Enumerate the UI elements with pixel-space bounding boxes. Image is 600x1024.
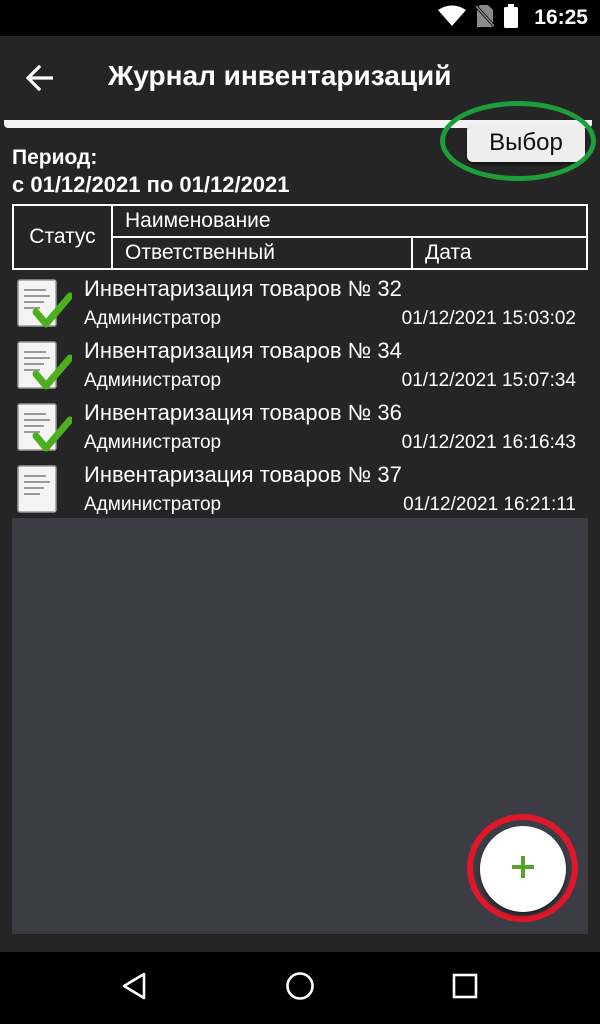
status-icons: 16:25 bbox=[438, 3, 588, 33]
item-date: 01/12/2021 16:21:11 bbox=[403, 494, 576, 515]
header-date: Дата bbox=[411, 236, 588, 270]
clock: 16:25 bbox=[534, 6, 588, 29]
item-date: 01/12/2021 15:03:02 bbox=[401, 308, 576, 329]
document-checked-icon bbox=[16, 278, 74, 330]
select-button[interactable]: Выбор bbox=[467, 124, 585, 162]
list-item[interactable]: Инвентаризация товаров № 34 Администрато… bbox=[12, 336, 588, 398]
item-responsible: Администратор bbox=[84, 494, 222, 515]
item-date: 01/12/2021 16:16:43 bbox=[401, 432, 576, 453]
nav-home-icon bbox=[285, 971, 315, 1006]
list-item[interactable]: Инвентаризация товаров № 37 Администрато… bbox=[12, 460, 588, 522]
document-icon bbox=[16, 464, 72, 516]
header-responsible: Ответственный bbox=[111, 236, 413, 270]
app-bar: Журнал инвентаризаций bbox=[0, 36, 600, 120]
list-item[interactable]: Инвентаризация товаров № 32 Администрато… bbox=[12, 274, 588, 336]
item-title: Инвентаризация товаров № 34 bbox=[84, 338, 402, 363]
item-date: 01/12/2021 15:07:34 bbox=[401, 370, 576, 391]
document-checked-icon bbox=[16, 340, 74, 392]
list-item[interactable]: Инвентаризация товаров № 36 Администрато… bbox=[12, 398, 588, 460]
item-title: Инвентаризация товаров № 37 bbox=[84, 462, 402, 487]
wifi-icon bbox=[438, 5, 467, 32]
header-name: Наименование bbox=[111, 204, 588, 238]
item-responsible: Администратор bbox=[84, 308, 222, 329]
document-checked-icon bbox=[16, 402, 74, 454]
nav-home-button[interactable] bbox=[278, 966, 322, 1010]
nav-back-icon bbox=[121, 972, 147, 1005]
nav-recents-icon bbox=[452, 973, 478, 1004]
page-title: Журнал инвентаризаций bbox=[108, 60, 452, 91]
item-responsible: Администратор bbox=[84, 370, 222, 391]
navigation-bar bbox=[0, 952, 600, 1024]
item-responsible: Администратор bbox=[84, 432, 222, 453]
add-button[interactable] bbox=[480, 826, 566, 912]
back-button[interactable] bbox=[18, 58, 62, 102]
nav-recents-button[interactable] bbox=[443, 966, 487, 1010]
item-title: Инвентаризация товаров № 36 bbox=[84, 400, 402, 425]
header-status: Статус bbox=[12, 204, 113, 270]
period-label: Период: bbox=[12, 146, 98, 169]
no-sim-icon bbox=[475, 4, 496, 33]
status-bar: 16:25 bbox=[0, 0, 600, 36]
arrow-back-icon bbox=[25, 64, 54, 96]
item-title: Инвентаризация товаров № 32 bbox=[84, 276, 402, 301]
plus-icon bbox=[511, 855, 535, 884]
period-value: с 01/12/2021 по 01/12/2021 bbox=[12, 172, 290, 197]
battery-icon bbox=[504, 3, 519, 33]
nav-back-button[interactable] bbox=[112, 966, 156, 1010]
inventory-list: Инвентаризация товаров № 32 Администрато… bbox=[12, 274, 588, 522]
